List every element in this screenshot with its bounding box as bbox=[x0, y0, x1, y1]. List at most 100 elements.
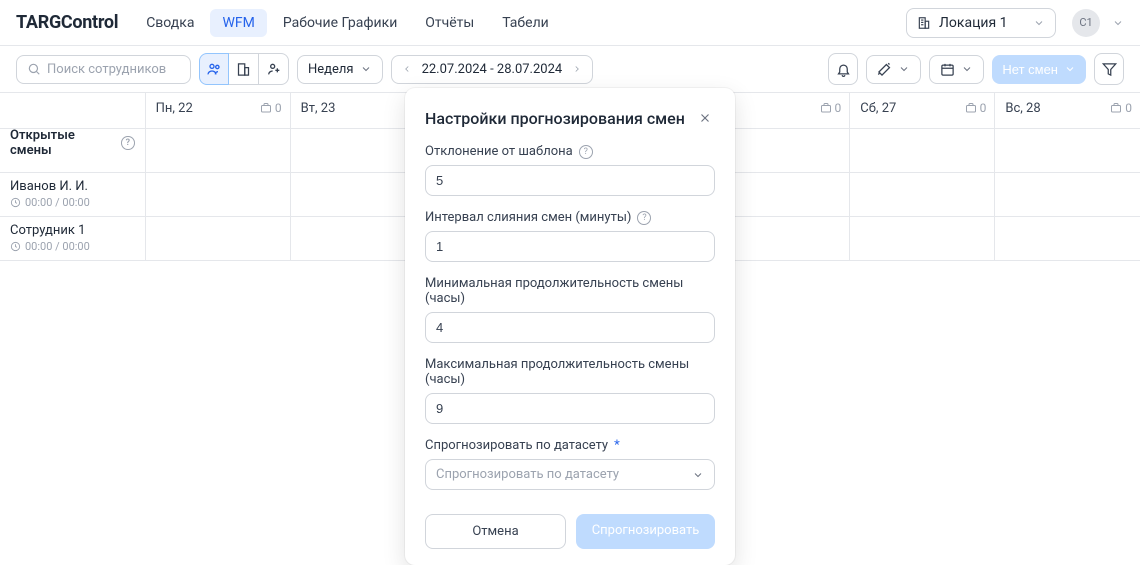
people-view-button[interactable] bbox=[199, 53, 229, 85]
person-plus-button[interactable] bbox=[259, 53, 289, 85]
shift-cell[interactable] bbox=[145, 217, 290, 261]
nav-wfm[interactable]: WFM bbox=[210, 9, 266, 37]
nav-reports[interactable]: Отчёты bbox=[413, 9, 486, 37]
employee-row[interactable]: Иванов И. И. 00:00 / 00:00 bbox=[0, 173, 145, 217]
next-week-icon[interactable] bbox=[572, 64, 582, 74]
magic-button[interactable] bbox=[866, 55, 921, 84]
dataset-placeholder: Спрогнозировать по датасету bbox=[436, 467, 619, 482]
day-header-sun[interactable]: Вс, 28 0 bbox=[995, 93, 1140, 129]
shift-cell[interactable] bbox=[145, 129, 290, 173]
help-icon[interactable]: ? bbox=[637, 211, 651, 225]
modal-title: Настройки прогнозирования смен bbox=[425, 109, 685, 128]
person-plus-icon bbox=[266, 61, 282, 77]
period-label: Неделя bbox=[308, 62, 354, 77]
help-icon[interactable]: ? bbox=[121, 136, 135, 150]
day-label: Вс, 28 bbox=[1005, 101, 1040, 116]
deviation-input[interactable] bbox=[425, 165, 715, 196]
dataset-label: Спрогнозировать по датасету * bbox=[425, 438, 715, 453]
day-count-badge: 0 bbox=[1110, 101, 1132, 115]
employee-row[interactable]: Сотрудник 1 00:00 / 00:00 bbox=[0, 217, 145, 261]
date-range-label: 22.07.2024 - 28.07.2024 bbox=[422, 62, 563, 77]
employee-name: Сотрудник 1 bbox=[10, 223, 135, 238]
merge-label: Интервал слияния смен (минуты) ? bbox=[425, 210, 715, 225]
shift-cell[interactable] bbox=[995, 129, 1140, 173]
briefcase-icon bbox=[260, 102, 272, 114]
cancel-button[interactable]: Отмена bbox=[425, 514, 566, 549]
merge-input[interactable] bbox=[425, 231, 715, 262]
chevron-down-icon bbox=[1064, 63, 1076, 75]
search-input[interactable]: Поиск сотрудников bbox=[16, 55, 191, 84]
chevron-down-icon bbox=[360, 63, 372, 75]
prev-week-icon[interactable] bbox=[402, 64, 412, 74]
location-select[interactable]: Локация 1 bbox=[906, 8, 1056, 38]
calendar-button[interactable] bbox=[929, 55, 984, 84]
open-shifts-label: Открытые смены bbox=[10, 128, 115, 158]
shift-cell[interactable] bbox=[995, 217, 1140, 261]
shift-cell[interactable] bbox=[995, 173, 1140, 217]
forecast-button[interactable]: Спрогнозировать bbox=[576, 514, 715, 549]
day-count-badge: 0 bbox=[820, 101, 842, 115]
employee-header bbox=[0, 93, 145, 129]
building-view-button[interactable] bbox=[229, 53, 259, 85]
period-select[interactable]: Неделя bbox=[297, 55, 383, 84]
logo: TARGControl bbox=[16, 12, 118, 33]
nav-schedules[interactable]: Рабочие Графики bbox=[271, 9, 409, 37]
day-label: Сб, 27 bbox=[860, 101, 896, 116]
no-shifts-button[interactable]: Нет смен bbox=[992, 55, 1086, 84]
briefcase-icon bbox=[820, 102, 832, 114]
building-icon bbox=[236, 62, 251, 77]
bell-icon bbox=[836, 62, 851, 77]
people-icon bbox=[206, 61, 222, 77]
dataset-select[interactable]: Спрогнозировать по датасету bbox=[425, 459, 715, 490]
view-mode-group bbox=[199, 53, 289, 85]
date-range-picker[interactable]: 22.07.2024 - 28.07.2024 bbox=[391, 55, 594, 84]
employee-time: 00:00 / 00:00 bbox=[10, 240, 135, 253]
building-icon bbox=[917, 16, 931, 30]
min-duration-input[interactable] bbox=[425, 312, 715, 343]
chevron-down-icon bbox=[1033, 17, 1045, 29]
forecast-settings-modal: Настройки прогнозирования смен Отклонени… bbox=[405, 88, 735, 565]
day-header-mon[interactable]: Пн, 22 0 bbox=[145, 93, 290, 129]
clock-icon bbox=[10, 197, 21, 208]
max-duration-input[interactable] bbox=[425, 393, 715, 424]
no-shifts-label: Нет смен bbox=[1002, 62, 1058, 77]
briefcase-icon bbox=[965, 102, 977, 114]
chevron-down-icon bbox=[961, 63, 973, 75]
shift-cell[interactable] bbox=[850, 129, 995, 173]
shift-cell[interactable] bbox=[850, 217, 995, 261]
chevron-down-icon bbox=[692, 469, 704, 481]
shift-cell[interactable] bbox=[850, 173, 995, 217]
briefcase-icon bbox=[1110, 102, 1122, 114]
employee-name: Иванов И. И. bbox=[10, 179, 135, 194]
max-duration-label: Максимальная продолжительность смены (ча… bbox=[425, 357, 715, 387]
magic-wand-icon bbox=[877, 62, 892, 77]
nav-summary[interactable]: Сводка bbox=[134, 9, 206, 37]
day-count-badge: 0 bbox=[965, 101, 987, 115]
filter-icon bbox=[1102, 62, 1117, 77]
app-header: TARGControl Сводка WFM Рабочие Графики О… bbox=[0, 0, 1140, 46]
day-label: Пн, 22 bbox=[156, 101, 193, 116]
location-label: Локация 1 bbox=[939, 15, 1007, 31]
main-nav: Сводка WFM Рабочие Графики Отчёты Табели bbox=[134, 9, 898, 37]
chevron-down-icon bbox=[898, 63, 910, 75]
day-count-badge: 0 bbox=[260, 101, 282, 115]
day-label: Вт, 23 bbox=[301, 101, 336, 116]
min-duration-label: Минимальная продолжительность смены (час… bbox=[425, 276, 715, 306]
bell-button[interactable] bbox=[828, 53, 858, 85]
shift-cell[interactable] bbox=[145, 173, 290, 217]
search-icon bbox=[27, 62, 41, 76]
employee-time: 00:00 / 00:00 bbox=[10, 196, 135, 209]
filter-button[interactable] bbox=[1094, 53, 1124, 85]
clock-icon bbox=[10, 241, 21, 252]
avatar[interactable]: С1 bbox=[1072, 9, 1100, 37]
close-icon[interactable] bbox=[695, 108, 715, 128]
open-shifts-row: Открытые смены ? bbox=[0, 129, 145, 173]
help-icon[interactable]: ? bbox=[579, 145, 593, 159]
deviation-label: Отклонение от шаблона ? bbox=[425, 144, 715, 159]
toolbar: Поиск сотрудников Неделя 22.07.2024 - 28… bbox=[0, 46, 1140, 92]
avatar-chevron-icon[interactable] bbox=[1112, 17, 1124, 29]
nav-timesheets[interactable]: Табели bbox=[490, 9, 561, 37]
calendar-icon bbox=[940, 62, 955, 77]
day-header-sat[interactable]: Сб, 27 0 bbox=[850, 93, 995, 129]
search-placeholder: Поиск сотрудников bbox=[47, 62, 166, 77]
